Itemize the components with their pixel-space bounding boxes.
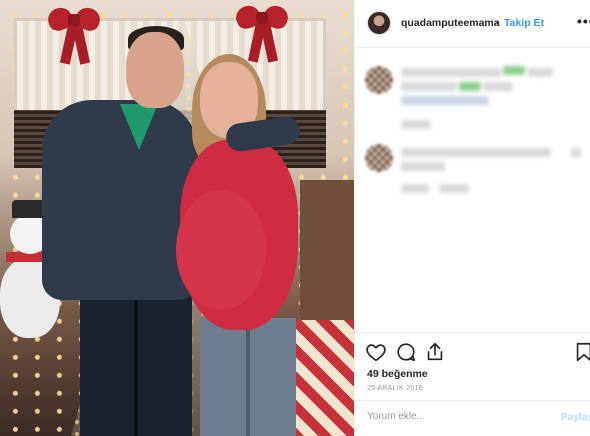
post-date: 25 ARALIK 2016 [367, 385, 423, 392]
blurred-emoji [459, 82, 481, 91]
blurred-text [527, 68, 553, 77]
cabinet [300, 180, 354, 320]
man-legs [80, 292, 192, 436]
post-comment-button[interactable]: Paylaş [561, 412, 590, 423]
separator-dot: • [496, 17, 500, 29]
blurred-timestamp [401, 184, 429, 193]
comment-input[interactable] [367, 411, 527, 422]
red-bow-right [232, 0, 292, 63]
man-head [126, 32, 184, 108]
like-count[interactable]: 49 beğenme [367, 368, 428, 380]
heart-icon[interactable] [365, 341, 387, 363]
post-header: quadamputeemama • Takip Et ••• [355, 0, 590, 48]
blurred-text [401, 68, 501, 77]
share-icon[interactable] [424, 341, 446, 363]
blurred-text [483, 82, 513, 91]
more-options-icon[interactable]: ••• [577, 13, 590, 29]
blurred-timestamp [401, 120, 431, 129]
username-link[interactable]: quadamputeemama [401, 17, 500, 29]
post-side-panel: quadamputeemama • Takip Et ••• [354, 0, 590, 436]
blurred-reply [439, 184, 469, 193]
woman-belly [176, 190, 266, 310]
post-photo[interactable] [0, 0, 354, 436]
follow-button[interactable]: Takip Et [504, 17, 544, 29]
woman-legs [200, 318, 296, 436]
blurred-text [401, 96, 489, 105]
add-comment-bar: Paylaş [355, 400, 590, 436]
comment-bubble-icon[interactable] [395, 341, 417, 363]
red-bow-left [44, 2, 104, 65]
blurred-text [401, 162, 445, 171]
bookmark-icon[interactable] [573, 341, 590, 363]
commenter-avatar[interactable] [365, 144, 393, 172]
blurred-like-icon [571, 148, 581, 157]
blurred-text [401, 148, 551, 157]
commenter-avatar[interactable] [365, 66, 393, 94]
blurred-text [401, 82, 457, 91]
blurred-emoji [503, 66, 525, 75]
gift-boxes [290, 320, 354, 436]
avatar[interactable] [367, 11, 391, 35]
man-torso [42, 100, 198, 300]
